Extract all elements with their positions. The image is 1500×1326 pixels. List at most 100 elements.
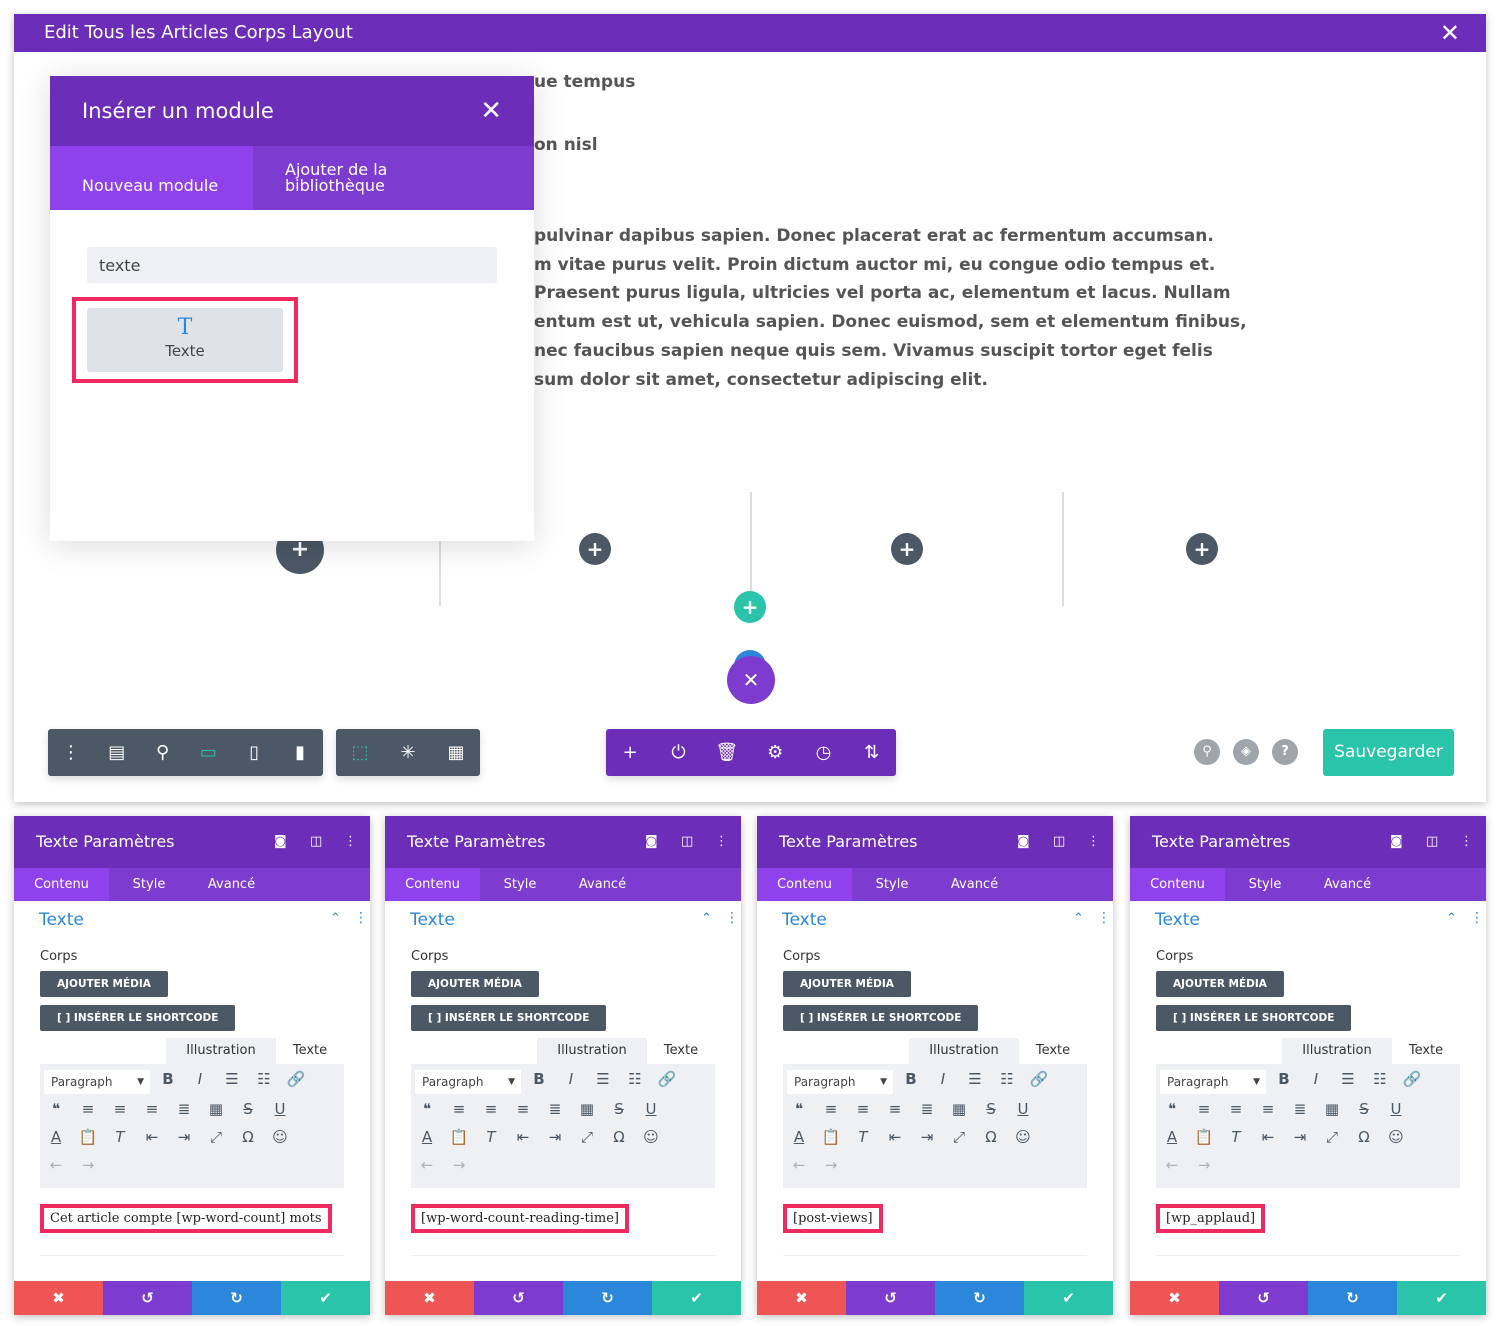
align-left-icon[interactable]: ≡ [1188,1100,1220,1118]
section-more-icon[interactable]: ⋮ [1470,910,1484,926]
chevron-up-icon[interactable]: ⌃ [1446,911,1457,926]
section-more-icon[interactable]: ⋮ [725,910,739,926]
underline-icon[interactable]: U [1380,1100,1412,1118]
tab-visual[interactable]: Illustration [909,1038,1019,1064]
tab-new-module[interactable]: Nouveau module [50,146,253,210]
tab-content[interactable]: Contenu [385,868,480,901]
emoji-icon[interactable]: ☺ [1007,1128,1039,1146]
fullscreen-icon[interactable]: ⤢ [1316,1128,1348,1146]
tab-content[interactable]: Contenu [1130,868,1225,901]
tab-add-from-library[interactable]: Ajouter de la bibliothèque [285,162,415,226]
hover-mode-icon[interactable]: ⬚ [345,742,375,763]
trash-icon[interactable]: 🗑 [712,742,742,763]
align-left-icon[interactable]: ≡ [443,1100,475,1118]
add-module-button[interactable]: + [891,533,923,565]
clear-format-icon[interactable]: T [1220,1128,1252,1146]
redo-icon[interactable]: → [72,1156,104,1174]
tab-style[interactable]: Style [114,868,184,901]
indent-icon[interactable]: ⇥ [911,1128,943,1146]
undo-icon[interactable]: ← [783,1156,815,1174]
add-icon[interactable]: + [615,742,645,763]
link-icon[interactable]: 🔗 [651,1070,683,1088]
fullscreen-icon[interactable]: ◙ [274,816,287,868]
bullet-list-icon[interactable]: ☰ [216,1070,248,1088]
numbered-list-icon[interactable]: ☷ [1364,1070,1396,1088]
underline-icon[interactable]: U [635,1100,667,1118]
more-icon[interactable]: ⋮ [1087,816,1100,868]
desktop-view-icon[interactable]: ▭ [193,742,223,763]
align-right-icon[interactable]: ≡ [507,1100,539,1118]
chevron-up-icon[interactable]: ⌃ [1073,911,1084,926]
quote-icon[interactable]: ❝ [1156,1100,1188,1118]
add-row-button[interactable]: + [734,591,766,623]
link-icon[interactable]: 🔗 [1023,1070,1055,1088]
redo-icon[interactable]: → [1188,1156,1220,1174]
numbered-list-icon[interactable]: ☷ [248,1070,280,1088]
editor-content[interactable]: Cet article compte [wp-word-count] mots [40,1188,344,1256]
undo-button[interactable]: ↺ [1219,1281,1308,1315]
add-media-button[interactable]: AJOUTER MÉDIA [40,971,168,997]
strikethrough-icon[interactable]: S [1348,1100,1380,1118]
italic-icon[interactable]: I [184,1070,216,1088]
add-media-button[interactable]: AJOUTER MÉDIA [1156,971,1284,997]
grid-mode-icon[interactable]: ▦ [441,742,471,763]
outdent-icon[interactable]: ⇤ [1252,1128,1284,1146]
table-icon[interactable]: ▦ [943,1100,975,1118]
insert-shortcode-button[interactable]: [ ] INSÉRER LE SHORTCODE [1156,1005,1352,1031]
italic-icon[interactable]: I [555,1070,587,1088]
tablet-view-icon[interactable]: ▯ [239,742,269,763]
paste-icon[interactable]: 📋 [815,1128,847,1146]
bullet-list-icon[interactable]: ☰ [587,1070,619,1088]
align-center-icon[interactable]: ≡ [104,1100,136,1118]
discard-button[interactable]: ✖ [14,1281,103,1315]
align-left-icon[interactable]: ≡ [72,1100,104,1118]
close-dialog-icon[interactable]: ✕ [480,76,502,146]
omega-icon[interactable]: Ω [1348,1128,1380,1146]
section-title[interactable]: Texte [782,910,827,930]
align-center-icon[interactable]: ≡ [475,1100,507,1118]
sort-icon[interactable]: ⇅ [857,742,887,763]
save-button[interactable]: Sauvegarder [1323,729,1454,776]
paste-icon[interactable]: 📋 [1188,1128,1220,1146]
text-module-tile[interactable]: T Texte [87,308,283,372]
emoji-icon[interactable]: ☺ [1380,1128,1412,1146]
more-icon[interactable]: ⋮ [1460,816,1473,868]
editor-content[interactable]: [wp_applaud] [1156,1188,1460,1256]
format-select[interactable]: Paragraph ▼ [44,1070,150,1094]
justify-icon[interactable]: ≣ [539,1100,571,1118]
add-media-button[interactable]: AJOUTER MÉDIA [411,971,539,997]
section-more-icon[interactable]: ⋮ [1097,910,1111,926]
italic-icon[interactable]: I [927,1070,959,1088]
redo-button[interactable]: ↻ [1308,1281,1397,1315]
bold-icon[interactable]: B [1268,1070,1300,1088]
omega-icon[interactable]: Ω [975,1128,1007,1146]
text-color-icon[interactable]: A [1156,1128,1188,1146]
tab-text[interactable]: Texte [1019,1038,1087,1064]
paste-icon[interactable]: 📋 [443,1128,475,1146]
outdent-icon[interactable]: ⇤ [507,1128,539,1146]
content-text[interactable]: [post-views] [783,1204,883,1233]
indent-icon[interactable]: ⇥ [168,1128,200,1146]
fullscreen-icon[interactable]: ⤢ [200,1128,232,1146]
tab-text[interactable]: Texte [276,1038,344,1064]
strikethrough-icon[interactable]: S [232,1100,264,1118]
split-view-icon[interactable]: ◫ [1426,816,1438,868]
insert-shortcode-button[interactable]: [ ] INSÉRER LE SHORTCODE [40,1005,236,1031]
undo-button[interactable]: ↺ [846,1281,935,1315]
text-color-icon[interactable]: A [411,1128,443,1146]
tab-style[interactable]: Style [1230,868,1300,901]
text-color-icon[interactable]: A [783,1128,815,1146]
tab-visual[interactable]: Illustration [537,1038,647,1064]
indent-icon[interactable]: ⇥ [1284,1128,1316,1146]
chevron-up-icon[interactable]: ⌃ [701,911,712,926]
save-changes-button[interactable]: ✔ [652,1281,741,1315]
content-text[interactable]: [wp-word-count-reading-time] [411,1204,629,1233]
underline-icon[interactable]: U [1007,1100,1039,1118]
save-changes-button[interactable]: ✔ [1397,1281,1486,1315]
numbered-list-icon[interactable]: ☷ [991,1070,1023,1088]
outdent-icon[interactable]: ⇤ [136,1128,168,1146]
redo-button[interactable]: ↻ [192,1281,281,1315]
editor-content[interactable]: [wp-word-count-reading-time] [411,1188,715,1256]
content-text[interactable]: Cet article compte [wp-word-count] mots [40,1204,332,1233]
module-search-input[interactable] [87,247,497,283]
